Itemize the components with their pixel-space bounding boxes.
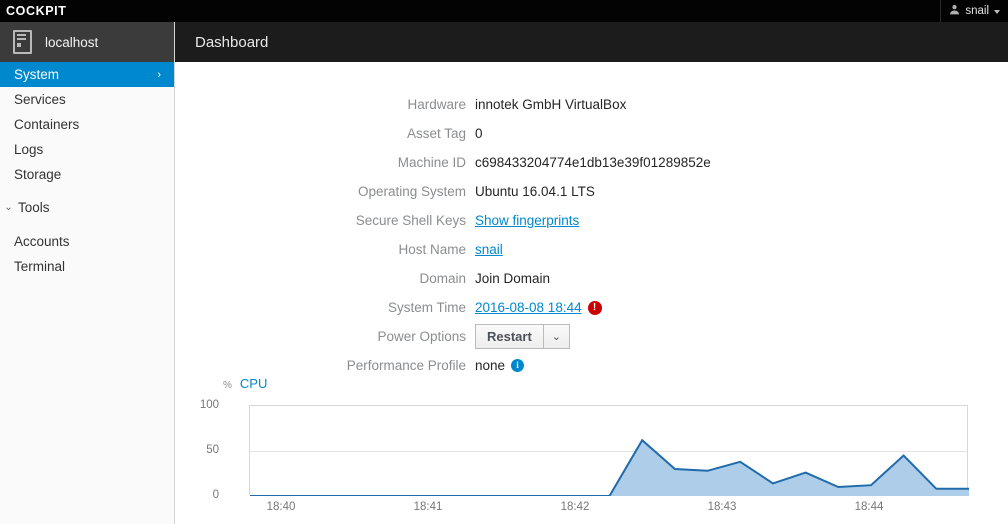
sidebar-item-services[interactable]: Services bbox=[0, 87, 174, 112]
top-bar-right: snail bbox=[940, 0, 1008, 22]
row-label: Hardware bbox=[407, 97, 466, 112]
table-row: Machine ID c698433204774e1db13e39f012898… bbox=[175, 148, 1008, 177]
table-row: Domain Join Domain bbox=[175, 264, 1008, 293]
host-selector[interactable]: localhost bbox=[0, 22, 174, 62]
x-axis-tick-label: 18:42 bbox=[560, 501, 590, 513]
x-axis-tick-label: 18:40 bbox=[266, 501, 296, 513]
sidebar-item-label: Storage bbox=[14, 167, 62, 182]
row-label: Asset Tag bbox=[406, 126, 466, 141]
x-axis-tick-label: 18:41 bbox=[413, 501, 443, 513]
chevron-down-icon: ⌄ bbox=[4, 202, 13, 213]
user-name-label: snail bbox=[965, 5, 989, 17]
sidebar-item-label: System bbox=[14, 67, 60, 82]
row-label: Machine ID bbox=[397, 155, 466, 170]
y-axis-tick-label: 0 bbox=[212, 489, 219, 501]
table-row: Operating System Ubuntu 16.04.1 LTS bbox=[175, 177, 1008, 206]
row-value: c698433204774e1db13e39f01289852e bbox=[475, 155, 711, 170]
sidebar-item-label: Services bbox=[14, 92, 66, 107]
system-time-link[interactable]: 2016-08-08 18:44 bbox=[475, 300, 582, 315]
row-label: Domain bbox=[419, 271, 466, 286]
y-axis-tick-label: 100 bbox=[199, 399, 219, 411]
power-options-dropdown-button[interactable]: ⌄ bbox=[543, 324, 571, 349]
sidebar-item-containers[interactable]: Containers bbox=[0, 112, 174, 137]
table-row: Secure Shell Keys Show fingerprints bbox=[175, 206, 1008, 235]
row-label: Secure Shell Keys bbox=[355, 213, 466, 228]
sidebar-nav: System › Services Containers Logs Storag… bbox=[0, 62, 174, 279]
chevron-right-icon: › bbox=[157, 68, 161, 81]
row-label: Power Options bbox=[377, 329, 466, 344]
row-label: Host Name bbox=[398, 242, 466, 257]
user-menu-button[interactable]: snail bbox=[941, 0, 1008, 22]
restart-button[interactable]: Restart bbox=[475, 324, 544, 349]
info-icon[interactable]: i bbox=[511, 359, 525, 372]
x-axis-tick-label: 18:43 bbox=[707, 501, 737, 513]
top-bar: COCKPIT snail bbox=[0, 0, 1008, 22]
sidebar-item-terminal[interactable]: Terminal bbox=[0, 254, 174, 279]
row-label: System Time bbox=[387, 300, 466, 315]
cpu-chart: % CPU 0 50 100 18:40 18:41 18:42 18:43 18:44 bbox=[175, 376, 1008, 524]
main-content: Hardware innotek GmbH VirtualBox Asset T… bbox=[175, 62, 1008, 524]
sidebar-group-tools[interactable]: ⌄ Tools bbox=[0, 195, 174, 220]
performance-profile-value[interactable]: none bbox=[475, 358, 505, 373]
join-domain-value[interactable]: Join Domain bbox=[475, 264, 1008, 293]
table-row: Asset Tag 0 bbox=[175, 119, 1008, 148]
system-info-table: Hardware innotek GmbH VirtualBox Asset T… bbox=[175, 90, 1008, 380]
sidebar-item-label: Logs bbox=[14, 142, 44, 157]
cpu-series bbox=[250, 438, 969, 496]
sidebar: localhost System › Services Containers L… bbox=[0, 22, 175, 524]
sidebar-item-accounts[interactable]: Accounts bbox=[0, 229, 174, 254]
sidebar-group-label: Tools bbox=[18, 200, 50, 215]
content-header: Dashboard bbox=[175, 22, 1008, 62]
show-fingerprints-link[interactable]: Show fingerprints bbox=[475, 213, 579, 228]
cpu-chart-header: % CPU bbox=[223, 376, 267, 391]
x-axis-tick-label: 18:44 bbox=[854, 501, 884, 513]
sidebar-item-label: Containers bbox=[14, 117, 80, 132]
chart-title-link[interactable]: CPU bbox=[240, 376, 267, 391]
table-row: Host Name snail bbox=[175, 235, 1008, 264]
user-icon bbox=[949, 4, 960, 18]
host-label: localhost bbox=[45, 34, 99, 50]
cpu-plot-area bbox=[249, 405, 969, 496]
sidebar-item-label: Terminal bbox=[14, 259, 66, 274]
page-title: Dashboard bbox=[195, 33, 269, 51]
cpu-area-fill bbox=[250, 440, 969, 496]
chevron-down-icon bbox=[994, 9, 1000, 14]
row-value: innotek GmbH VirtualBox bbox=[475, 97, 627, 112]
table-row: Hardware innotek GmbH VirtualBox bbox=[175, 90, 1008, 119]
row-value: 0 bbox=[475, 126, 483, 141]
sidebar-item-label: Accounts bbox=[14, 234, 70, 249]
alert-icon: ! bbox=[587, 300, 602, 315]
host-name-link[interactable]: snail bbox=[475, 242, 503, 257]
power-options-group: Restart ⌄ bbox=[475, 324, 571, 349]
chart-unit-label: % bbox=[223, 380, 232, 391]
sidebar-item-system[interactable]: System › bbox=[0, 62, 174, 87]
row-value: Ubuntu 16.04.1 LTS bbox=[475, 184, 595, 199]
sidebar-item-storage[interactable]: Storage bbox=[0, 162, 174, 187]
server-icon bbox=[13, 30, 32, 54]
sidebar-item-logs[interactable]: Logs bbox=[0, 137, 174, 162]
table-row: System Time 2016-08-08 18:44 ! bbox=[175, 293, 1008, 322]
row-label: Operating System bbox=[357, 184, 466, 199]
chevron-down-icon: ⌄ bbox=[551, 331, 562, 343]
table-row: Power Options Restart ⌄ bbox=[175, 322, 1008, 351]
app-brand: COCKPIT bbox=[6, 4, 67, 18]
y-axis-tick-label: 50 bbox=[206, 444, 219, 456]
